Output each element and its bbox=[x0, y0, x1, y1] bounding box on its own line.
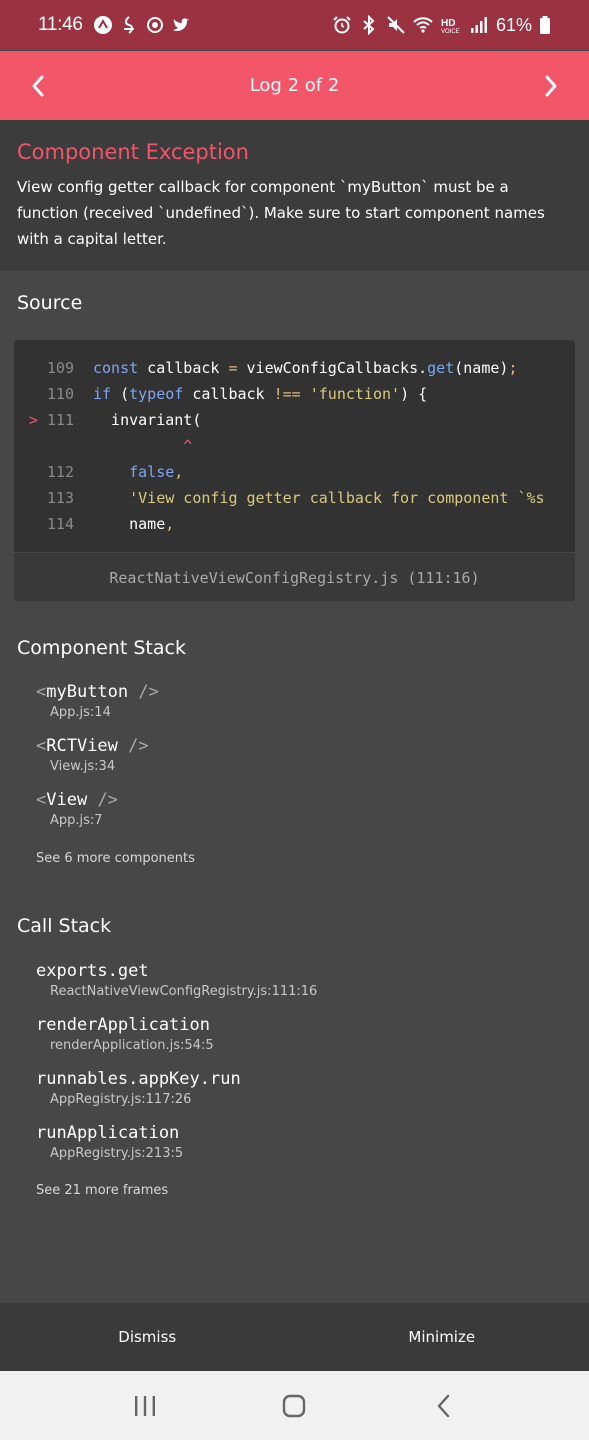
see-more-frames-button[interactable]: See 21 more frames bbox=[36, 1183, 168, 1198]
battery-percent: 61% bbox=[495, 14, 532, 35]
call-stack-frame[interactable]: renderApplication renderApplication.js:5… bbox=[36, 1015, 214, 1053]
exception-panel: Component Exception View config getter c… bbox=[0, 120, 589, 271]
home-button[interactable] bbox=[264, 1376, 324, 1436]
line-number: 114 bbox=[46, 515, 74, 533]
exception-message: View config getter callback for componen… bbox=[17, 178, 545, 248]
mute-icon bbox=[387, 16, 405, 34]
component-location: View.js:34 bbox=[50, 759, 116, 774]
code-line: 113 'View config getter callback for com… bbox=[14, 485, 575, 511]
code-text: 'View config getter callback for compone… bbox=[93, 489, 545, 507]
component-stack-item[interactable]: <View /> App.js:7 bbox=[36, 790, 118, 828]
component-stack-heading: Component Stack bbox=[17, 637, 186, 659]
previous-log-button[interactable] bbox=[0, 51, 76, 120]
code-text: invariant( bbox=[93, 411, 202, 429]
chevron-right-icon bbox=[545, 75, 557, 96]
call-stack-frame[interactable]: runnables.appKey.run AppRegistry.js:117:… bbox=[36, 1069, 241, 1107]
recent-apps-button[interactable] bbox=[115, 1376, 175, 1436]
source-file-location[interactable]: ReactNativeViewConfigRegistry.js (111:16… bbox=[14, 552, 575, 601]
frame-location: renderApplication.js:54:5 bbox=[50, 1038, 214, 1053]
error-marker: > bbox=[28, 411, 38, 429]
source-heading: Source bbox=[17, 292, 83, 314]
component-name: RCTView bbox=[46, 736, 118, 756]
bluetooth-icon bbox=[363, 15, 375, 35]
frame-name: runnables.appKey.run bbox=[36, 1069, 241, 1089]
next-log-button[interactable] bbox=[513, 51, 589, 120]
home-icon bbox=[283, 1394, 306, 1417]
back-button[interactable] bbox=[414, 1376, 474, 1436]
line-number: 113 bbox=[46, 489, 74, 507]
component-stack-item[interactable]: <RCTView /> View.js:34 bbox=[36, 736, 149, 774]
see-more-components-button[interactable]: See 6 more components bbox=[36, 851, 195, 866]
svg-text:HD: HD bbox=[441, 18, 455, 29]
component-location: App.js:14 bbox=[50, 705, 111, 720]
frame-location: AppRegistry.js:117:26 bbox=[50, 1092, 192, 1107]
sync-icon bbox=[146, 17, 163, 33]
code-line: 112 false, bbox=[14, 459, 575, 485]
component-name: myButton bbox=[46, 682, 129, 702]
component-name: View bbox=[46, 790, 88, 810]
status-time: 11:46 bbox=[38, 14, 83, 35]
component-stack-item[interactable]: <myButton /> App.js:14 bbox=[36, 682, 159, 720]
line-number: 112 bbox=[46, 463, 74, 481]
signal-icon bbox=[470, 17, 487, 33]
twitter-icon bbox=[172, 18, 189, 31]
back-icon bbox=[437, 1394, 450, 1417]
frame-name: runApplication bbox=[36, 1123, 180, 1143]
code-line-active: > 111 invariant( bbox=[14, 407, 575, 433]
call-stack-frame[interactable]: runApplication AppRegistry.js:213:5 bbox=[36, 1123, 183, 1161]
code-line: 109 const callback = viewConfigCallbacks… bbox=[14, 355, 575, 381]
status-bar: 11:46 HD VOICE 61% bbox=[0, 0, 589, 50]
code-line: 114 name, bbox=[14, 511, 575, 537]
recent-apps-icon bbox=[134, 1395, 155, 1416]
code-line: ^ bbox=[14, 433, 575, 459]
frame-name: exports.get bbox=[36, 961, 149, 981]
wifi-icon bbox=[413, 17, 433, 33]
frame-name: renderApplication bbox=[36, 1015, 210, 1035]
status-bar-right: HD VOICE 61% bbox=[332, 15, 551, 36]
line-number bbox=[14, 433, 74, 459]
code-text: if (typeof callback !== 'function') { bbox=[93, 385, 428, 403]
alarm-icon bbox=[333, 16, 351, 34]
code-text: false, bbox=[129, 463, 184, 481]
call-stack-frame[interactable]: exports.get ReactNativeViewConfigRegistr… bbox=[36, 961, 317, 999]
frame-location: AppRegistry.js:213:5 bbox=[50, 1146, 184, 1161]
code-frame[interactable]: 109 const callback = viewConfigCallbacks… bbox=[14, 340, 575, 601]
component-location: App.js:7 bbox=[50, 813, 103, 828]
log-counter: Log 2 of 2 bbox=[249, 75, 340, 96]
line-number: > 111 bbox=[28, 411, 74, 429]
svg-text:VOICE: VOICE bbox=[441, 29, 460, 35]
line-number: 109 bbox=[46, 359, 74, 377]
app-icon bbox=[123, 16, 134, 34]
call-stack-heading: Call Stack bbox=[17, 915, 112, 937]
dismiss-button[interactable]: Dismiss bbox=[0, 1303, 295, 1371]
line-number: 110 bbox=[46, 385, 74, 403]
code-lines: 109 const callback = viewConfigCallbacks… bbox=[14, 340, 575, 537]
code-text: name, bbox=[93, 515, 175, 533]
frame-location: ReactNativeViewConfigRegistry.js:111:16 bbox=[50, 984, 318, 999]
error-caret: ^ bbox=[93, 437, 193, 455]
log-header: Log 2 of 2 bbox=[0, 51, 589, 120]
chevron-left-icon bbox=[32, 75, 44, 96]
code-text: const callback = viewConfigCallbacks.get… bbox=[93, 359, 518, 377]
notification-icon bbox=[93, 16, 112, 34]
hd-voice-icon: HDVOICE bbox=[441, 18, 460, 35]
system-navigation-bar bbox=[0, 1371, 589, 1440]
battery-icon bbox=[540, 16, 550, 34]
minimize-button[interactable]: Minimize bbox=[295, 1303, 589, 1371]
logbox-footer: Dismiss Minimize bbox=[0, 1303, 589, 1371]
exception-title: Component Exception bbox=[17, 140, 249, 164]
status-bar-left: 11:46 bbox=[38, 14, 191, 36]
code-line: 110 if (typeof callback !== 'function') … bbox=[14, 381, 575, 407]
